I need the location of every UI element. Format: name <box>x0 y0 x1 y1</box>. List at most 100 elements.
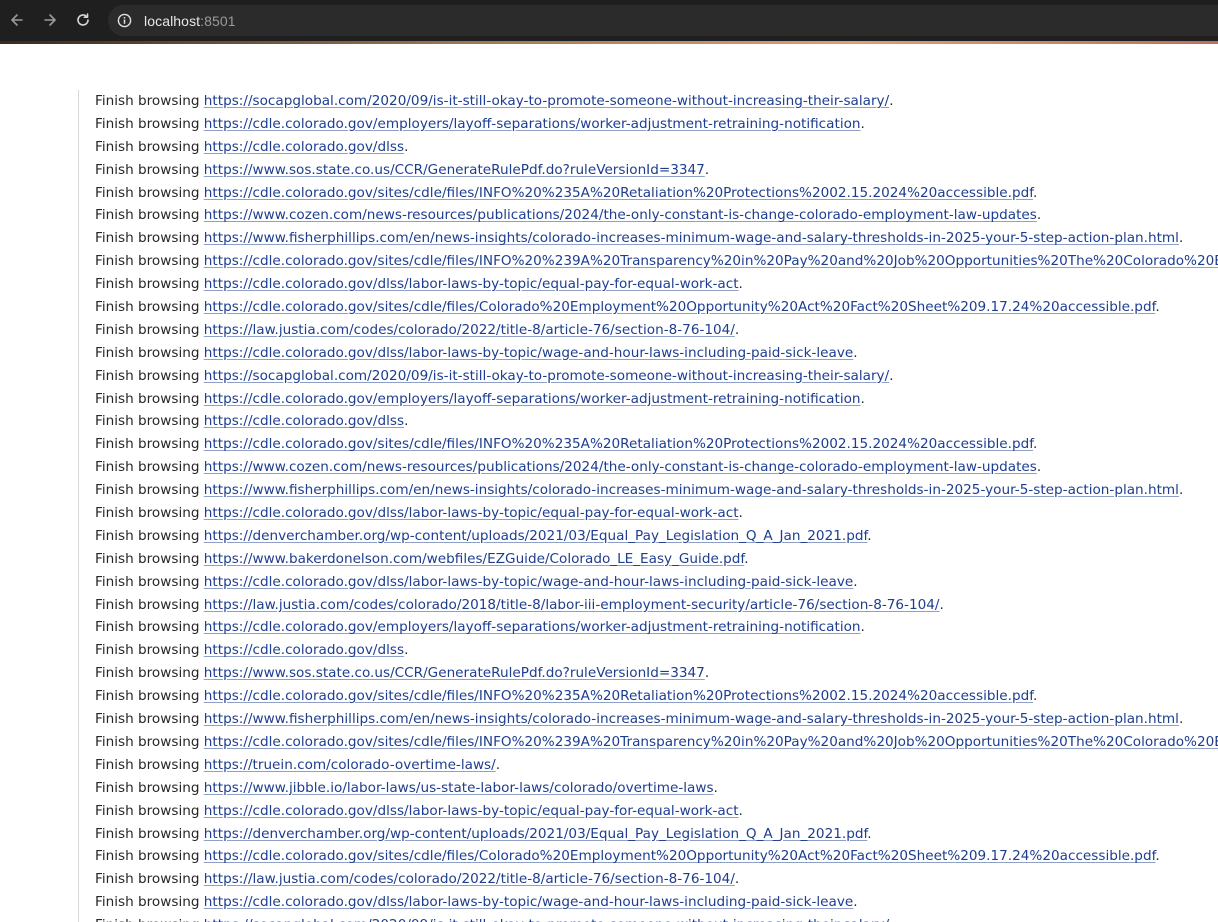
log-line-link[interactable]: https://socapglobal.com/2020/09/is-it-st… <box>204 917 889 922</box>
log-line-suffix: . <box>704 161 710 178</box>
browser-toolbar: localhost:8501 <box>0 0 1218 41</box>
log-line-suffix: . <box>889 93 894 109</box>
log-line-suffix: . <box>744 550 749 567</box>
log-line: Finish browsing https://www.sos.state.co… <box>95 662 1218 685</box>
log-line: Finish browsing https://law.justia.com/c… <box>95 868 1218 891</box>
log-line-link[interactable]: https://www.bakerdonelson.com/webfiles/E… <box>204 551 744 567</box>
log-line-suffix: . <box>939 596 944 613</box>
log-line-link[interactable]: https://www.fisherphillips.com/en/news-i… <box>204 482 1179 498</box>
info-circle-icon[interactable] <box>116 13 132 29</box>
log-line-prefix: Finish browsing <box>95 573 204 590</box>
log-line-suffix: . <box>853 894 858 911</box>
log-line-link[interactable]: https://cdle.colorado.gov/sites/cdle/fil… <box>204 436 1033 452</box>
log-line-prefix: Finish browsing <box>95 756 204 773</box>
log-line-link[interactable]: https://cdle.colorado.gov/dlss/labor-law… <box>204 505 739 521</box>
log-line: Finish browsing https://cdle.colorado.go… <box>95 433 1218 456</box>
log-line-link[interactable]: https://cdle.colorado.gov/dlss <box>204 413 404 429</box>
log-line: Finish browsing https://cdle.colorado.go… <box>95 891 1218 914</box>
log-line-link[interactable]: https://cdle.colorado.gov/employers/layo… <box>204 116 861 132</box>
log-line-suffix: . <box>734 321 740 338</box>
log-line-link[interactable]: https://cdle.colorado.gov/sites/cdle/fil… <box>204 688 1033 704</box>
log-line-link[interactable]: https://www.sos.state.co.us/CCR/Generate… <box>204 162 705 178</box>
log-line-suffix: . <box>404 413 409 430</box>
log-line-link[interactable]: https://www.sos.state.co.us/CCR/Generate… <box>204 665 705 681</box>
log-line: Finish browsing https://socapglobal.com/… <box>95 914 1218 922</box>
log-line-link[interactable]: https://cdle.colorado.gov/dlss/labor-law… <box>204 574 853 590</box>
log-line-prefix: Finish browsing <box>95 733 204 750</box>
log-line-link[interactable]: https://socapglobal.com/2020/09/is-it-st… <box>204 93 889 109</box>
log-line-link[interactable]: https://cdle.colorado.gov/dlss <box>204 139 404 155</box>
log-line-prefix: Finish browsing <box>95 253 204 270</box>
arrow-left-icon[interactable] <box>4 7 30 33</box>
log-line-link[interactable]: https://cdle.colorado.gov/sites/cdle/fil… <box>204 185 1033 201</box>
log-line-link[interactable]: https://cdle.colorado.gov/dlss/labor-law… <box>204 894 853 910</box>
log-line-link[interactable]: https://cdle.colorado.gov/employers/layo… <box>204 619 861 635</box>
log-line-prefix: Finish browsing <box>95 894 204 911</box>
url-text[interactable]: localhost:8501 <box>144 13 236 29</box>
log-line-link[interactable]: https://law.justia.com/codes/colorado/20… <box>204 871 735 887</box>
log-line-prefix: Finish browsing <box>95 161 204 178</box>
log-line: Finish browsing https://denverchamber.or… <box>95 525 1218 548</box>
log-line-prefix: Finish browsing <box>95 848 204 865</box>
log-line-link[interactable]: https://cdle.colorado.gov/sites/cdle/fil… <box>204 734 1218 750</box>
log-line-prefix: Finish browsing <box>95 482 204 499</box>
log-line-prefix: Finish browsing <box>95 436 204 453</box>
log-line-link[interactable]: https://www.fisherphillips.com/en/news-i… <box>204 230 1179 246</box>
log-line-suffix: . <box>704 665 710 682</box>
log-line: Finish browsing https://law.justia.com/c… <box>95 594 1218 617</box>
log-line-suffix: . <box>860 619 865 636</box>
log-line-link[interactable]: https://denverchamber.org/wp-content/upl… <box>204 826 867 842</box>
arrow-right-icon[interactable] <box>37 7 63 33</box>
address-bar[interactable]: localhost:8501 <box>108 5 1218 36</box>
log-line-suffix: . <box>1033 184 1038 201</box>
log-line-link[interactable]: https://cdle.colorado.gov/dlss/labor-law… <box>204 276 739 292</box>
log-line-link[interactable]: https://denverchamber.org/wp-content/upl… <box>204 528 867 544</box>
log-line: Finish browsing https://truein.com/color… <box>95 754 1218 777</box>
log-line: Finish browsing https://cdle.colorado.go… <box>95 502 1218 525</box>
log-line-prefix: Finish browsing <box>95 505 204 522</box>
log-line-prefix: Finish browsing <box>95 802 204 819</box>
log-line-prefix: Finish browsing <box>95 93 204 109</box>
log-line-link[interactable]: https://cdle.colorado.gov/sites/cdle/fil… <box>204 848 1156 864</box>
log-line-prefix: Finish browsing <box>95 459 204 476</box>
log-line-link[interactable]: https://cdle.colorado.gov/sites/cdle/fil… <box>204 253 1218 269</box>
log-line: Finish browsing https://cdle.colorado.go… <box>95 250 1218 273</box>
log-line-prefix: Finish browsing <box>95 390 204 407</box>
log-line-link[interactable]: https://truein.com/colorado-overtime-law… <box>204 757 496 773</box>
log-line-link[interactable]: https://www.cozen.com/news-resources/pub… <box>204 459 1037 475</box>
log-line-link[interactable]: https://socapglobal.com/2020/09/is-it-st… <box>204 368 889 384</box>
log-line: Finish browsing https://cdle.colorado.go… <box>95 113 1218 136</box>
log-line-suffix: . <box>889 367 894 384</box>
log-line-link[interactable]: https://www.cozen.com/news-resources/pub… <box>204 207 1037 223</box>
log-line-suffix: . <box>713 779 718 796</box>
log-line: Finish browsing https://www.fisherphilli… <box>95 227 1218 250</box>
log-line-link[interactable]: https://www.jibble.io/labor-laws/us-stat… <box>204 780 714 796</box>
log-line: Finish browsing https://cdle.colorado.go… <box>95 296 1218 319</box>
log-line-prefix: Finish browsing <box>95 527 204 544</box>
log-line-link[interactable]: https://cdle.colorado.gov/sites/cdle/fil… <box>204 299 1156 315</box>
log-line: Finish browsing https://denverchamber.or… <box>95 823 1218 846</box>
log-line-link[interactable]: https://cdle.colorado.gov/dlss <box>204 642 404 658</box>
reload-icon[interactable] <box>70 7 96 33</box>
log-line-prefix: Finish browsing <box>95 321 204 338</box>
log-line-prefix: Finish browsing <box>95 642 204 659</box>
log-line-suffix: . <box>738 802 743 819</box>
log-line-suffix: . <box>495 756 501 773</box>
log-line-link[interactable]: https://www.fisherphillips.com/en/news-i… <box>204 711 1179 727</box>
log-line-link[interactable]: https://cdle.colorado.gov/employers/layo… <box>204 391 861 407</box>
log-line-suffix: . <box>1178 482 1184 499</box>
log-line: Finish browsing https://www.fisherphilli… <box>95 708 1218 731</box>
log-line: Finish browsing https://socapglobal.com/… <box>95 365 1218 388</box>
log-line-suffix: . <box>853 344 858 361</box>
log-line-link[interactable]: https://law.justia.com/codes/colorado/20… <box>204 322 735 338</box>
log-line-link[interactable]: https://cdle.colorado.gov/dlss/labor-law… <box>204 345 853 361</box>
log-line-prefix: Finish browsing <box>95 138 204 155</box>
log-line: Finish browsing https://law.justia.com/c… <box>95 319 1218 342</box>
log-line: Finish browsing https://cdle.colorado.go… <box>95 731 1218 754</box>
log-line-suffix: . <box>734 871 740 888</box>
log-line-prefix: Finish browsing <box>95 825 204 842</box>
log-line-suffix: . <box>404 138 409 155</box>
log-line-suffix: . <box>889 917 893 922</box>
log-line-link[interactable]: https://cdle.colorado.gov/dlss/labor-law… <box>204 803 739 819</box>
log-line-link[interactable]: https://law.justia.com/codes/colorado/20… <box>204 597 940 613</box>
